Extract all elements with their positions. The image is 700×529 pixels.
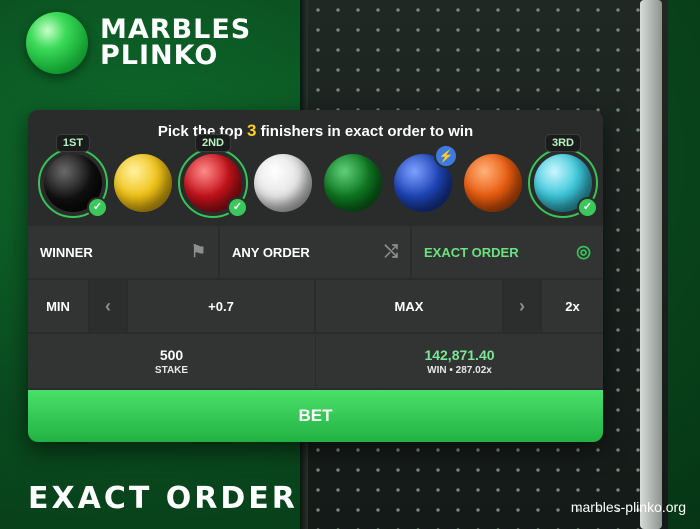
position-badge-3rd: 3RD [544,134,582,152]
instruction-suffix: finishers in exact order to win [256,123,474,140]
stake-plus-button[interactable]: +0.7 [128,280,314,332]
check-icon: ✓ [577,197,598,218]
lightning-icon: ⚡ [434,144,458,168]
mode-exact-order-button[interactable]: EXACT ORDER ◎ [412,226,603,278]
marble-selector: 1ST ✓ 2ND ✓ ⚡ 3RD ✓ [38,134,598,218]
logo-ball-icon [26,12,88,74]
chevron-right-icon[interactable]: › [504,280,540,332]
target-icon: ◎ [576,242,591,261]
marble-green-ball [324,154,382,212]
mode-any-order-label: ANY ORDER [232,244,310,260]
shuffle-icon: ⤭ [384,242,398,261]
bet-summary: 500 STAKE 142,871.40 WIN • 287.02x [28,334,603,388]
marble-yellow[interactable] [108,148,178,218]
mode-winner-label: WINNER [40,244,93,260]
mode-winner-button[interactable]: WINNER ⚑ [28,226,218,278]
marble-green[interactable] [318,148,388,218]
marble-black[interactable]: 1ST ✓ [38,134,108,218]
check-icon: ✓ [87,197,108,218]
logo-text: MARBLES PLINKO [100,16,251,71]
bet-panel: Pick the top 3 finishers in exact order … [28,110,603,442]
flag-icon: ⚑ [190,242,206,261]
logo-line-2: PLINKO [100,40,219,71]
marble-orange-ball [464,154,522,212]
bet-button[interactable]: BET [28,390,603,442]
mode-exact-order-label: EXACT ORDER [424,244,519,260]
mode-any-order-button[interactable]: ANY ORDER ⤭ [220,226,410,278]
position-badge-1st: 1ST [55,134,91,152]
mode-selector: WINNER ⚑ ANY ORDER ⤭ EXACT ORDER ◎ [28,226,603,278]
max-button[interactable]: MAX [316,280,502,332]
multiplier-button[interactable]: 2x [542,280,603,332]
logo: MARBLES PLINKO [26,12,251,74]
check-icon: ✓ [227,197,248,218]
stake-display: 500 STAKE [28,334,315,388]
position-badge-2nd: 2ND [194,134,232,152]
marble-yellow-ball [114,154,172,212]
win-label: WIN • 287.02x [427,364,492,376]
footer-title: EXACT ORDER [28,481,298,516]
marble-cyan[interactable]: 3RD ✓ [528,134,598,218]
marble-white-ball [254,154,312,212]
chevron-left-icon[interactable]: ‹ [90,280,126,332]
instruction-text: Pick the top 3 finishers in exact order … [28,121,603,141]
min-button[interactable]: MIN [28,280,88,332]
stake-label: STAKE [154,364,189,376]
footer-site: marbles-plinko.org [570,499,686,515]
marble-orange[interactable] [458,148,528,218]
stake-controls: MIN ‹ +0.7 MAX › 2x [28,280,603,332]
marble-red[interactable]: 2ND ✓ [178,134,248,218]
marble-blue[interactable]: ⚡ [388,144,458,218]
board-right-rail [640,0,662,529]
stake-value: 500 [159,346,184,363]
win-value: 142,871.40 [424,346,495,363]
marble-white[interactable] [248,148,318,218]
win-display: 142,871.40 WIN • 287.02x [316,334,603,388]
